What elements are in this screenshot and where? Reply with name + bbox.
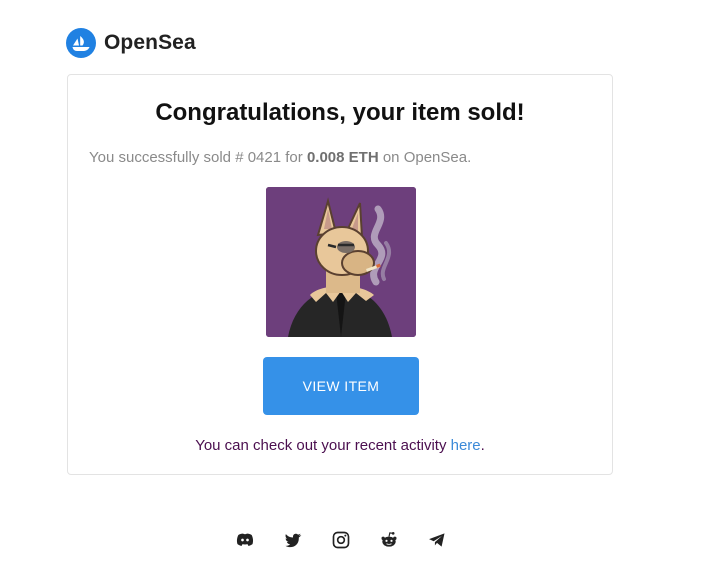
opensea-logo[interactable]: OpenSea	[66, 28, 196, 58]
twitter-link[interactable]	[281, 528, 305, 552]
reddit-link[interactable]	[377, 528, 401, 552]
telegram-link[interactable]	[425, 528, 449, 552]
headline: Congratulations, your item sold!	[155, 99, 525, 126]
discord-link[interactable]	[233, 528, 257, 552]
activity-period: .	[480, 437, 485, 454]
sale-notification-card: Congratulations, your item sold! You suc…	[67, 74, 613, 475]
sold-prefix: You successfully sold	[89, 149, 232, 166]
sale-price: 0.008 ETH	[306, 149, 379, 166]
nft-llama-image	[266, 187, 416, 337]
recent-activity-text: You can check out your recent activity h…	[68, 437, 612, 454]
sold-summary: You successfully sold # 0421 for 0.008 E…	[89, 149, 471, 166]
social-links	[233, 528, 449, 552]
for-word: for	[285, 149, 303, 166]
telegram-icon	[429, 533, 445, 547]
on-opensea-text: on OpenSea.	[382, 149, 472, 166]
reddit-icon	[381, 532, 397, 547]
instagram-link[interactable]	[329, 528, 353, 552]
discord-icon	[236, 533, 254, 546]
brand-name: OpenSea	[104, 31, 196, 54]
twitter-icon	[285, 533, 302, 548]
opensea-logo-icon	[66, 28, 96, 58]
nft-image[interactable]	[266, 187, 416, 337]
item-name: # 0421	[235, 149, 282, 166]
view-item-button[interactable]: VIEW ITEM	[263, 357, 419, 415]
instagram-icon	[332, 531, 350, 549]
activity-text: You can check out your recent activity	[195, 437, 447, 454]
activity-here-link[interactable]: here	[451, 437, 481, 454]
